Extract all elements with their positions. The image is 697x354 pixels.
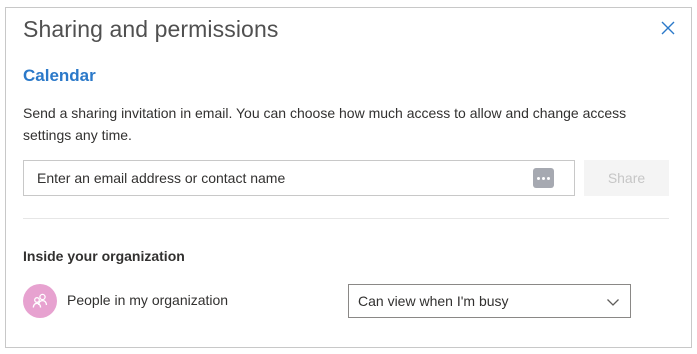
org-member-label: People in my organization (67, 292, 229, 308)
chevron-down-icon (607, 299, 619, 306)
email-input[interactable] (24, 161, 574, 195)
calendar-heading: Calendar (23, 66, 96, 85)
section-divider (23, 218, 669, 219)
permission-dropdown[interactable]: Can view when I'm busy (348, 284, 631, 318)
avatar (23, 284, 57, 318)
share-button[interactable]: Share (584, 160, 669, 196)
invite-field (23, 160, 575, 196)
close-button[interactable] (658, 18, 678, 38)
close-icon (661, 21, 675, 35)
permission-value: Can view when I'm busy (358, 293, 509, 309)
sharing-dialog: Sharing and permissions Calendar Send a … (5, 7, 692, 348)
organization-heading: Inside your organization (23, 248, 185, 264)
dialog-title: Sharing and permissions (23, 16, 279, 42)
people-icon (32, 293, 48, 308)
more-ellipsis-icon (537, 176, 540, 180)
more-options-button[interactable] (533, 168, 554, 188)
sharing-description: Send a sharing invitation in email. You … (23, 105, 627, 143)
